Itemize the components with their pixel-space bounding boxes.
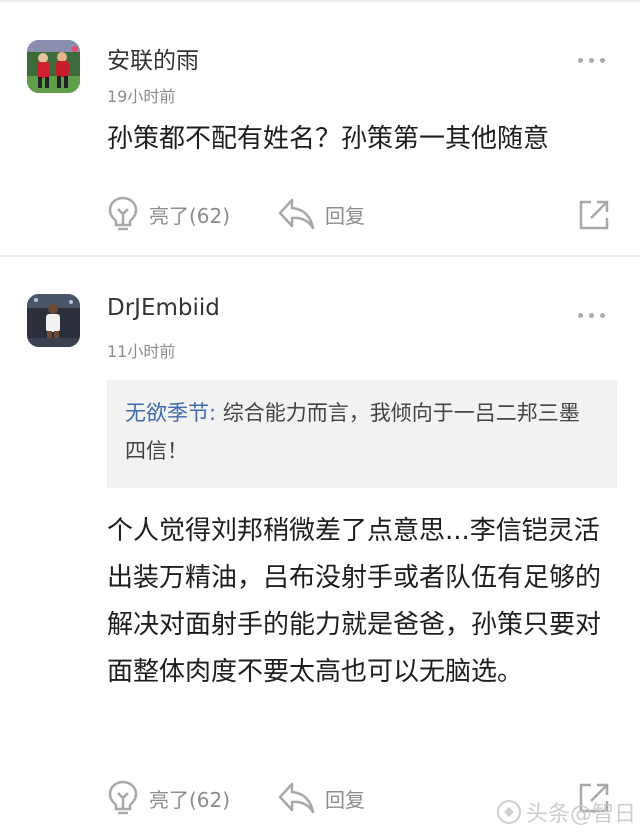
- like-button[interactable]: 亮了(62): [107, 195, 230, 233]
- like-button[interactable]: 亮了(62): [107, 779, 230, 817]
- lightbulb-icon: [108, 196, 138, 231]
- quoted-reply[interactable]: 无欲季节: 综合能力而言，我倾向于一吕二邦三墨四信！: [107, 380, 617, 488]
- reply-arrow-icon: [278, 782, 315, 814]
- comment-item: 安联的雨 19小时前 孙策都不配有姓名？孙策第一其他随意 亮了(62) 回复: [0, 0, 640, 255]
- reply-label: 回复: [325, 203, 365, 228]
- comment-text: 个人觉得刘邦稍微差了点意思...李信铠灵活出装万精油，吕布没射手或者队伍有足够的…: [107, 516, 602, 687]
- lightbulb-icon: [108, 780, 138, 815]
- avatar[interactable]: [27, 40, 80, 93]
- comment-time: 19小时前: [107, 87, 176, 106]
- username[interactable]: 安联的雨: [107, 41, 199, 75]
- watermark: 头条@智日: [496, 796, 636, 828]
- reply-button[interactable]: 回复: [277, 780, 365, 816]
- reply-label: 回复: [325, 787, 365, 812]
- share-button[interactable]: [577, 198, 611, 232]
- reply-arrow-icon: [278, 198, 315, 230]
- comment-time: 11小时前: [107, 342, 176, 361]
- like-count: 亮了(62): [149, 787, 231, 812]
- more-options-icon[interactable]: [578, 55, 606, 65]
- share-icon: [579, 200, 609, 230]
- quote-username[interactable]: 无欲季节:: [125, 401, 216, 425]
- comment-text: 孙策都不配有姓名？孙策第一其他随意: [107, 124, 550, 154]
- comment-item: DrJEmbiid 11小时前 无欲季节: 综合能力而言，我倾向于一吕二邦三墨四…: [0, 257, 640, 836]
- username[interactable]: DrJEmbiid: [107, 295, 220, 321]
- like-count: 亮了(62): [149, 203, 231, 228]
- avatar[interactable]: [27, 294, 80, 347]
- more-options-icon[interactable]: [578, 310, 606, 320]
- reply-button[interactable]: 回复: [277, 196, 365, 232]
- watermark-text: 头条@智日: [526, 802, 637, 827]
- toutiao-logo-icon: [497, 800, 521, 824]
